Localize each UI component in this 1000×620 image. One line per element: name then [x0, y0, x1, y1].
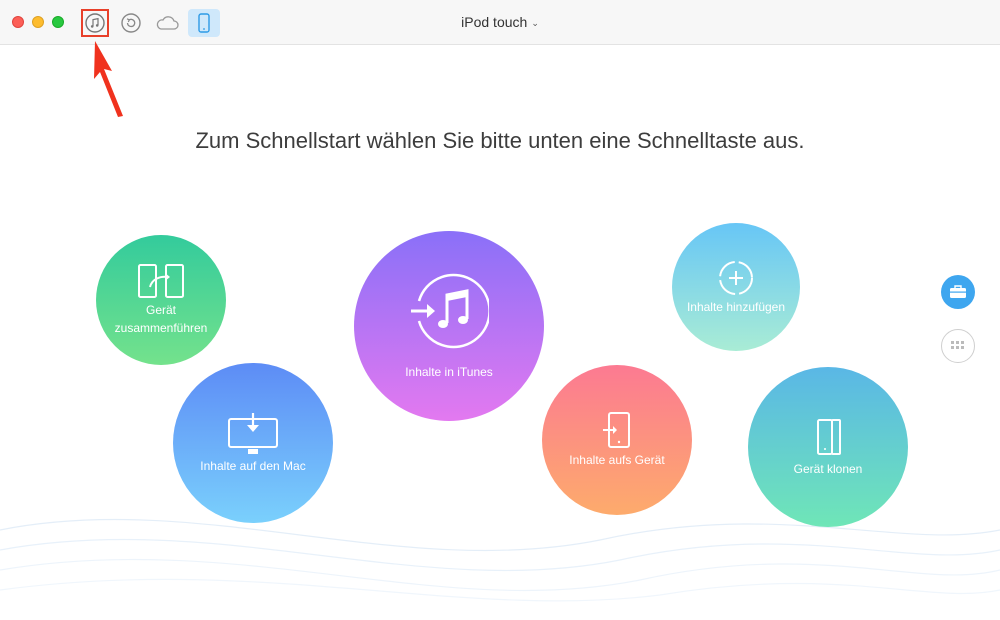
title-bar: iPod touch ⌄ [0, 0, 1000, 45]
clone-device-icon [817, 419, 841, 455]
merge-devices-label-line1: Gerät [145, 303, 176, 317]
red-arrow-annotation-icon [94, 41, 123, 117]
grid-icon [951, 341, 964, 349]
content-to-mac-button[interactable]: Inhalte auf den Mac [173, 363, 333, 523]
device-selector[interactable]: iPod touch ⌄ [0, 14, 1000, 30]
app-window: iPod touch ⌄ Zum Schnellstart wählen Sie … [0, 0, 1000, 620]
page-headline: Zum Schnellstart wählen Sie bitte unten … [195, 128, 805, 153]
add-content-button[interactable]: Inhalte hinzufügen [672, 223, 800, 351]
content-to-device-button[interactable]: Inhalte aufs Gerät [542, 365, 692, 515]
clone-device-button[interactable]: Gerät klonen [748, 367, 908, 527]
content-to-itunes-button[interactable]: Inhalte in iTunes [354, 231, 544, 421]
itunes-transfer-icon [411, 273, 489, 349]
device-name: iPod touch [461, 14, 528, 30]
categories-button[interactable] [941, 329, 975, 363]
merge-devices-button[interactable]: Gerät zusammenführen [96, 235, 226, 365]
toolbox-button[interactable] [941, 275, 975, 309]
toolbox-icon [950, 285, 966, 298]
add-content-label: Inhalte hinzufügen [686, 300, 786, 314]
chevron-down-icon: ⌄ [531, 18, 539, 28]
phone-import-icon [603, 412, 630, 448]
content-to-mac-label: Inhalte auf den Mac [200, 459, 306, 473]
merge-devices-icon [138, 264, 184, 298]
computer-download-icon [228, 413, 278, 454]
content-to-itunes-label: Inhalte in iTunes [405, 365, 493, 379]
merge-devices-label-line2: zusammenführen [114, 321, 208, 335]
plus-circle-icon [719, 261, 753, 295]
clone-device-label: Gerät klonen [793, 462, 863, 476]
content-to-device-label: Inhalte aufs Gerät [569, 453, 665, 467]
